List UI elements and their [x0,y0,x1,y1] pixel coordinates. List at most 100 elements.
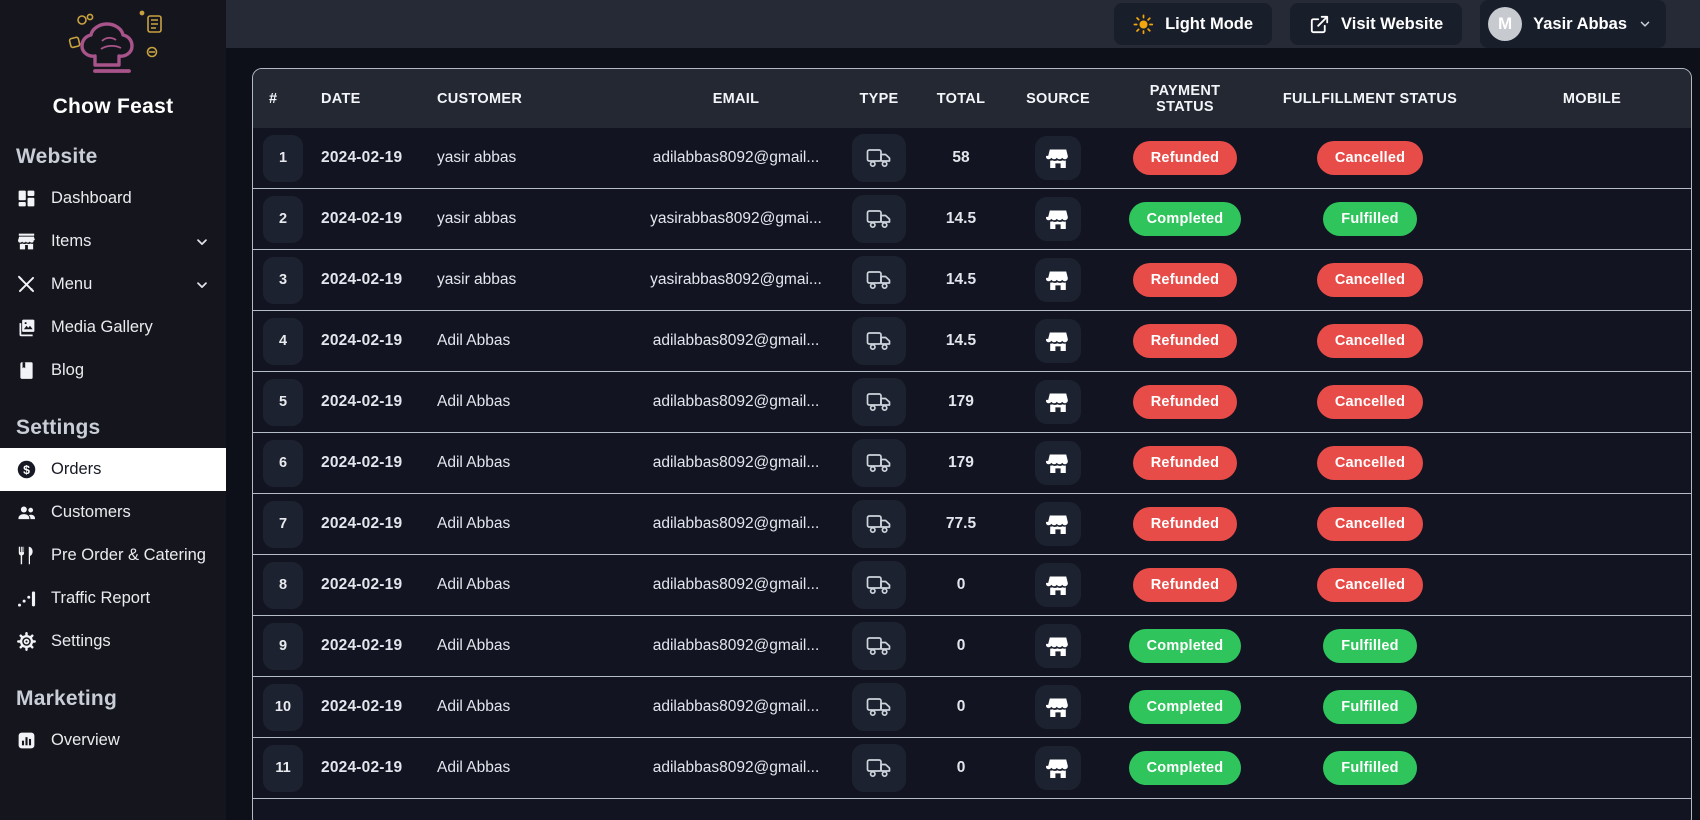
order-source-button[interactable] [1035,746,1081,790]
table-row[interactable]: 3 2024-02-19 yasir abbas yasirabbas8092@… [253,250,1691,311]
order-number-badge: 6 [263,440,303,487]
order-source-button[interactable] [1035,197,1081,241]
sidebar-item-label: Dashboard [51,188,210,209]
table-row[interactable]: 8 2024-02-19 Adil Abbas adilabbas8092@gm… [253,555,1691,616]
table-row[interactable]: 4 2024-02-19 Adil Abbas adilabbas8092@gm… [253,311,1691,372]
order-type-button[interactable] [852,500,906,548]
order-number-badge: 1 [263,135,303,182]
order-type-button[interactable] [852,561,906,609]
sidebar-item-pre-order-catering[interactable]: Pre Order & Catering [0,534,226,577]
order-type-button[interactable] [852,256,906,304]
blog-icon [16,360,37,381]
table-row[interactable]: 10 2024-02-19 Adil Abbas adilabbas8092@g… [253,677,1691,738]
sidebar-item-label: Menu [51,274,180,295]
order-customer: yasir abbas [433,210,516,228]
sidebar-item-customers[interactable]: Customers [0,491,226,534]
table-row[interactable]: 2 2024-02-19 yasir abbas yasirabbas8092@… [253,189,1691,250]
order-date: 2024-02-19 [313,759,402,777]
order-type-button[interactable] [852,134,906,182]
order-type-button[interactable] [852,317,906,365]
visit-website-button[interactable]: Visit Website [1290,3,1462,45]
topbar: Light Mode Visit Website M Yasir Abbas [226,0,1700,48]
order-number-badge: 8 [263,562,303,609]
order-type-button[interactable] [852,439,906,487]
sidebar-item-settings[interactable]: Settings [0,620,226,663]
catering-icon [16,545,37,566]
order-date: 2024-02-19 [313,576,402,594]
sidebar-item-media-gallery[interactable]: Media Gallery [0,306,226,349]
table-row[interactable]: 1 2024-02-19 yasir abbas adilabbas8092@g… [253,128,1691,189]
order-number-badge: 2 [263,196,303,243]
order-type-button[interactable] [852,195,906,243]
order-source-button[interactable] [1035,441,1081,485]
orders-table-header: # DATE CUSTOMER EMAIL TYPE TOTAL SOURCE … [253,69,1691,128]
store-icon [16,231,37,252]
order-total: 179 [948,454,974,472]
order-email: yasirabbas8092@gmai... [650,271,822,289]
order-source-button[interactable] [1035,563,1081,607]
order-number-badge: 5 [263,379,303,426]
truck-icon [866,147,892,169]
order-customer: Adil Abbas [433,393,510,411]
light-mode-button[interactable]: Light Mode [1114,3,1272,45]
order-customer: Adil Abbas [433,515,510,533]
sidebar-item-menu[interactable]: Menu [0,263,226,306]
payment-status-badge: Completed [1129,629,1242,663]
order-total: 14.5 [946,271,976,289]
truck-icon [866,696,892,718]
sidebar-item-items[interactable]: Items [0,220,226,263]
order-total: 77.5 [946,515,976,533]
people-icon [16,502,37,523]
sidebar-section-list: Orders Customers Pre Order & Catering Tr… [0,448,226,663]
col-header-payment: PAYMENT STATUS [1123,83,1247,115]
order-source-button[interactable] [1035,624,1081,668]
table-row[interactable]: 5 2024-02-19 Adil Abbas adilabbas8092@gm… [253,372,1691,433]
sidebar-item-dashboard[interactable]: Dashboard [0,177,226,220]
table-row[interactable]: 11 2024-02-19 Adil Abbas adilabbas8092@g… [253,738,1691,799]
sidebar-section-list: Dashboard Items Menu Media Gallery Blog [0,177,226,392]
fulfillment-status-badge: Cancelled [1317,141,1423,175]
sidebar-item-traffic-report[interactable]: Traffic Report [0,577,226,620]
order-customer: Adil Abbas [433,454,510,472]
order-number-badge: 7 [263,501,303,548]
table-row[interactable]: 9 2024-02-19 Adil Abbas adilabbas8092@gm… [253,616,1691,677]
dashboard-icon [16,188,37,209]
visit-website-label: Visit Website [1341,15,1443,34]
storefront-icon [1046,514,1070,535]
order-source-button[interactable] [1035,258,1081,302]
col-header-email: EMAIL [713,91,760,107]
order-email: adilabbas8092@gmail... [653,759,820,777]
order-email: adilabbas8092@gmail... [653,576,820,594]
sidebar-item-label: Customers [51,502,210,523]
sidebar-item-blog[interactable]: Blog [0,349,226,392]
table-row[interactable]: 6 2024-02-19 Adil Abbas adilabbas8092@gm… [253,433,1691,494]
sidebar-item-overview[interactable]: Overview [0,719,226,762]
order-customer: Adil Abbas [433,332,510,350]
order-date: 2024-02-19 [313,637,402,655]
table-row[interactable]: 7 2024-02-19 Adil Abbas adilabbas8092@gm… [253,494,1691,555]
truck-icon [866,208,892,230]
order-source-button[interactable] [1035,136,1081,180]
order-source-button[interactable] [1035,502,1081,546]
sidebar-section-title: Settings [0,392,226,448]
sidebar-section: Website Dashboard Items Menu Media Galle… [0,121,226,392]
payment-status-badge: Completed [1129,202,1242,236]
order-type-button[interactable] [852,378,906,426]
order-source-button[interactable] [1035,380,1081,424]
sidebar-item-orders[interactable]: Orders [0,448,226,491]
order-source-button[interactable] [1035,685,1081,729]
col-header-total: TOTAL [937,91,985,107]
order-type-button[interactable] [852,744,906,792]
storefront-icon [1046,575,1070,596]
order-total: 0 [957,637,966,655]
storefront-icon [1046,148,1070,169]
order-type-button[interactable] [852,683,906,731]
payment-status-badge: Refunded [1133,385,1237,419]
user-menu-button[interactable]: M Yasir Abbas [1480,0,1666,48]
orders-table-body: 1 2024-02-19 yasir abbas adilabbas8092@g… [253,128,1691,799]
user-name: Yasir Abbas [1533,15,1627,34]
order-number-badge: 4 [263,318,303,365]
order-type-button[interactable] [852,622,906,670]
order-source-button[interactable] [1035,319,1081,363]
order-date: 2024-02-19 [313,271,402,289]
